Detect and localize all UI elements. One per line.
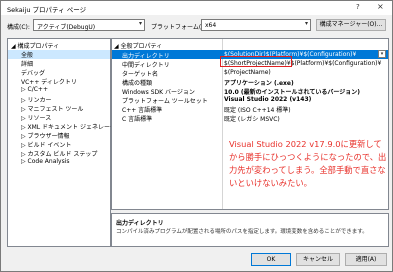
- property-row[interactable]: C++ 言語標準 既定 (ISO C++14 標準): [112, 104, 388, 114]
- property-row[interactable]: C 言語標準 既定 (レガシ MSVC): [112, 113, 388, 123]
- annotation-text: Visual Studio 2022 v17.9.0に更新してから勝手にひっつく…: [229, 139, 387, 188]
- apply-button[interactable]: 適用(A): [345, 253, 387, 266]
- config-select-value: アクティブ(DebugU): [37, 24, 96, 31]
- tree-item[interactable]: ▷ リソース: [8, 113, 110, 122]
- chevron-down-icon[interactable]: ▾: [378, 50, 386, 58]
- property-value: $(ProjectName): [224, 69, 271, 76]
- property-value: 既定 (レガシ MSVC): [224, 116, 280, 123]
- ok-button[interactable]: OK: [251, 253, 291, 266]
- config-manager-button[interactable]: 構成マネージャー(O)...: [316, 19, 386, 31]
- config-select[interactable]: アクティブ(DebugU) ▾: [33, 19, 145, 31]
- title-bar: Sekaiju プロパティ ページ ? ×: [1, 1, 392, 15]
- help-button[interactable]: ?: [356, 3, 360, 11]
- tree-item[interactable]: ▷ ビルド イベント: [8, 140, 110, 149]
- chevron-down-icon: ▾: [304, 20, 308, 27]
- close-button[interactable]: ×: [377, 2, 384, 11]
- tree-item[interactable]: VC++ ディレクトリ: [8, 77, 110, 86]
- property-row[interactable]: 構成の種類 アプリケーション (.exe): [112, 77, 388, 87]
- tree-item[interactable]: ▷ XML ドキュメント ジェネレーター: [8, 122, 122, 131]
- tree-item[interactable]: デバッグ: [8, 68, 110, 77]
- config-toolbar: 構成(C): アクティブ(DebugU) ▾ プラットフォーム(P): x64 …: [1, 18, 392, 34]
- tree-item[interactable]: ◢ 構成プロパティ: [8, 41, 110, 50]
- window-title: Sekaiju プロパティ ページ: [7, 6, 87, 14]
- property-row[interactable]: ターゲット名 $(ProjectName): [112, 68, 388, 78]
- property-name: C 言語標準: [122, 116, 153, 123]
- property-row[interactable]: Windows SDK バージョン 10.0 (最新のインストールされているバージ…: [112, 86, 388, 96]
- description-text: コンパイル済みプログラムが配置される場所のパスを指定します。環境変数を含めること…: [116, 229, 368, 235]
- property-pages-window: Sekaiju プロパティ ページ ? × 構成(C): アクティブ(Debug…: [0, 0, 393, 272]
- platform-select-value: x64: [205, 22, 217, 29]
- chevron-down-icon: ▾: [138, 20, 142, 27]
- tree-item[interactable]: 全般: [8, 50, 110, 59]
- property-value: Visual Studio 2022 (v143): [224, 96, 312, 103]
- tree-item[interactable]: ▷ Code Analysis: [8, 158, 110, 167]
- tree-item[interactable]: ▷ C/C++: [8, 86, 110, 95]
- tree-item[interactable]: ▷ ブラウザー情報: [8, 131, 110, 140]
- tree-item[interactable]: 詳細: [8, 59, 110, 68]
- platform-select[interactable]: x64 ▾: [201, 19, 311, 31]
- tree-item[interactable]: ▷ リンカー: [8, 95, 110, 104]
- description-panel: 出力ディレクトリ コンパイル済みプログラムが配置される場所のパスを指定します。環…: [111, 213, 389, 247]
- section-header[interactable]: ◢ 全般プロパティ: [114, 41, 162, 50]
- tree-item[interactable]: ▷ マニフェスト ツール: [8, 104, 110, 113]
- config-label: 構成(C):: [7, 24, 30, 31]
- description-heading: 出力ディレクトリ: [116, 220, 164, 227]
- highlight-box: [220, 56, 292, 67]
- property-row[interactable]: プラットフォーム ツールセット Visual Studio 2022 (v143): [112, 95, 388, 105]
- tree-item[interactable]: ▷ カスタム ビルド ステップ: [8, 149, 110, 158]
- cancel-button[interactable]: キャンセル: [296, 253, 340, 266]
- property-tree[interactable]: ◢ 構成プロパティ 全般 詳細 デバッグ VC++ ディレクトリ ▷ C/C++ ▷ リンカ…: [7, 38, 122, 247]
